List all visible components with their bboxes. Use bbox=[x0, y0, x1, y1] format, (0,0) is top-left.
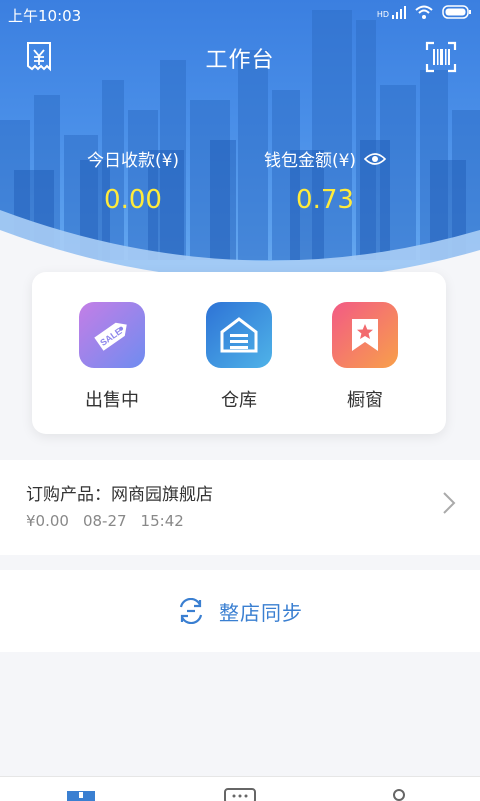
today-income-stat: 今日收款(¥) 0.00 bbox=[33, 146, 233, 215]
sale-tag-icon: SALE bbox=[79, 302, 145, 368]
shortcut-on-sale[interactable]: SALE 出售中 bbox=[62, 302, 162, 412]
wifi-icon bbox=[415, 5, 433, 19]
page-title: 工作台 bbox=[205, 48, 275, 73]
wallet-balance-stat: 钱包金额(¥) 0.73 bbox=[225, 146, 425, 215]
shortcut-showcase[interactable]: 橱窗 bbox=[315, 302, 415, 412]
shortcut-label: 仓库 bbox=[221, 390, 257, 411]
status-bar: 上午10:03 HD bbox=[0, 0, 480, 28]
order-price: ¥0.00 bbox=[26, 512, 69, 530]
bottom-tab-bar bbox=[0, 776, 480, 801]
shortcut-card: SALE 出售中 仓库 橱窗 bbox=[32, 272, 446, 434]
today-income-value: 0.00 bbox=[104, 185, 162, 215]
sync-store-button[interactable]: 整店同步 bbox=[0, 570, 480, 652]
eye-icon[interactable] bbox=[364, 151, 387, 167]
barcode-scan-icon[interactable] bbox=[424, 40, 458, 74]
message-tab-icon[interactable] bbox=[224, 787, 256, 801]
order-title: 订购产品：网商园旗舰店 bbox=[26, 485, 213, 505]
wallet-balance-label: 钱包金额(¥) bbox=[263, 151, 357, 171]
network-type-label: HD bbox=[376, 10, 389, 19]
chevron-right-icon bbox=[443, 492, 456, 514]
shortcut-warehouse[interactable]: 仓库 bbox=[189, 302, 289, 412]
battery-icon bbox=[442, 5, 471, 19]
order-date: 08-27 bbox=[82, 512, 127, 530]
profile-tab-icon[interactable] bbox=[389, 787, 409, 801]
status-time: 上午10:03 bbox=[8, 7, 82, 25]
order-item[interactable]: 订购产品：网商园旗舰店 ¥0.00 08-27 15:42 bbox=[0, 460, 480, 555]
shortcut-label: 出售中 bbox=[85, 390, 139, 411]
order-time: 15:42 bbox=[140, 512, 184, 530]
warehouse-icon bbox=[206, 302, 272, 368]
sync-label: 整店同步 bbox=[219, 600, 303, 625]
signal-icon: HD bbox=[377, 5, 406, 19]
wallet-balance-value: 0.73 bbox=[296, 185, 354, 215]
today-income-label: 今日收款(¥) bbox=[86, 151, 180, 171]
bookmark-star-icon bbox=[332, 302, 398, 368]
workbench-tab-icon[interactable] bbox=[67, 787, 95, 801]
sync-icon bbox=[179, 598, 203, 624]
shortcut-label: 橱窗 bbox=[347, 390, 383, 411]
top-bar: 工作台 bbox=[0, 28, 480, 86]
